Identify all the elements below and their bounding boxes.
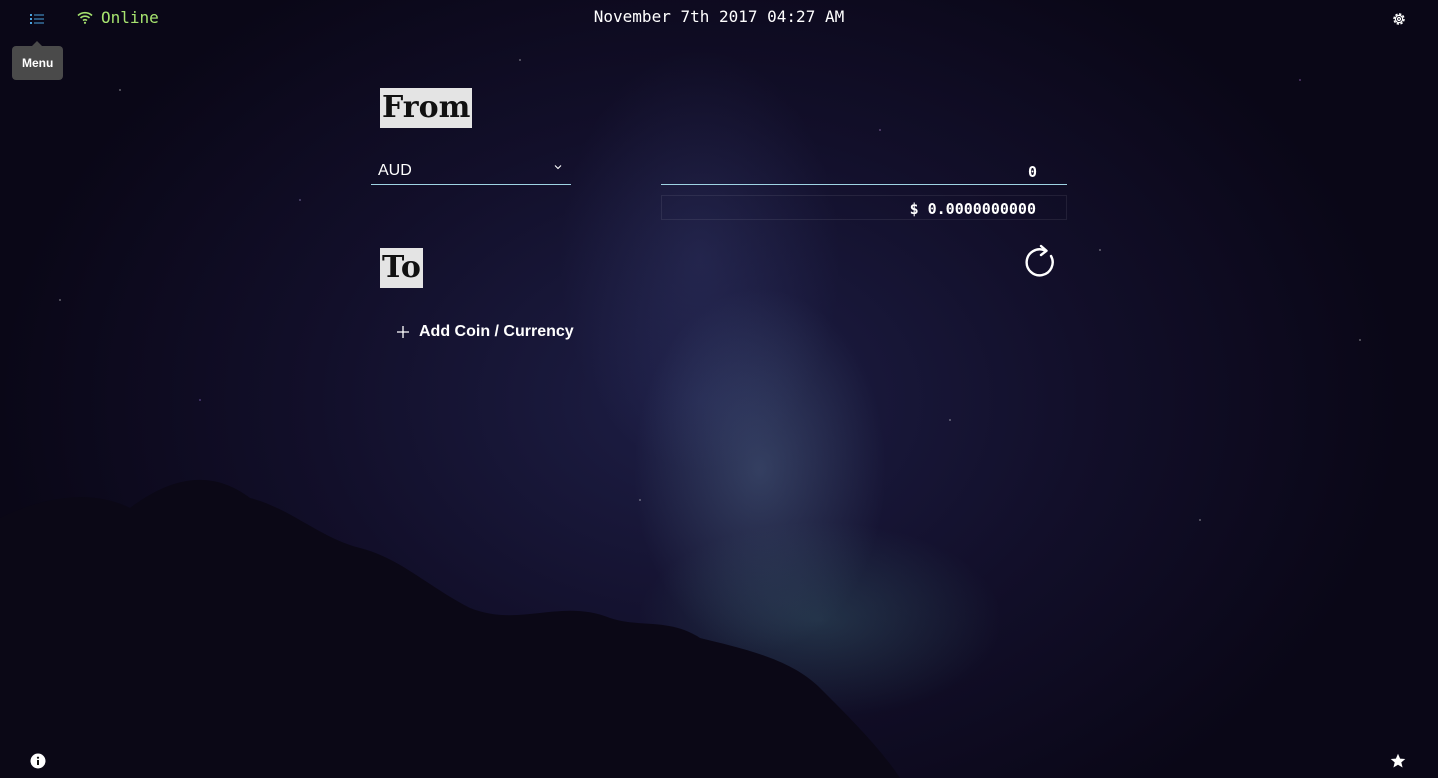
refresh-button[interactable]	[1021, 243, 1057, 279]
add-coin-button[interactable]: Add Coin / Currency	[396, 323, 574, 341]
converted-amount: $ 0.0000000000	[661, 195, 1067, 220]
from-currency-value: AUD	[378, 162, 412, 179]
amount-input[interactable]: 0	[661, 156, 1067, 185]
from-currency-select[interactable]: AUD	[371, 156, 571, 185]
settings-button[interactable]	[1391, 11, 1407, 27]
info-button[interactable]	[30, 753, 46, 769]
converted-value: $ 0.0000000000	[909, 200, 1036, 218]
add-coin-label: Add Coin / Currency	[419, 323, 574, 340]
info-icon	[30, 753, 46, 769]
to-heading: To	[380, 248, 423, 288]
menu-tooltip: Menu	[12, 41, 64, 80]
gear-icon	[1393, 13, 1405, 25]
favorites-button[interactable]	[1390, 753, 1406, 769]
from-heading: From	[380, 88, 473, 128]
refresh-icon	[1025, 244, 1054, 277]
tree-silhouette	[0, 479, 900, 778]
chevron-down-icon	[554, 165, 562, 170]
plus-icon	[397, 326, 409, 338]
star-icon	[1390, 753, 1406, 768]
amount-value: 0	[1027, 163, 1037, 181]
datetime-display: November 7th 2017 04:27 AM	[593, 7, 845, 26]
starfield-background	[0, 0, 1438, 778]
